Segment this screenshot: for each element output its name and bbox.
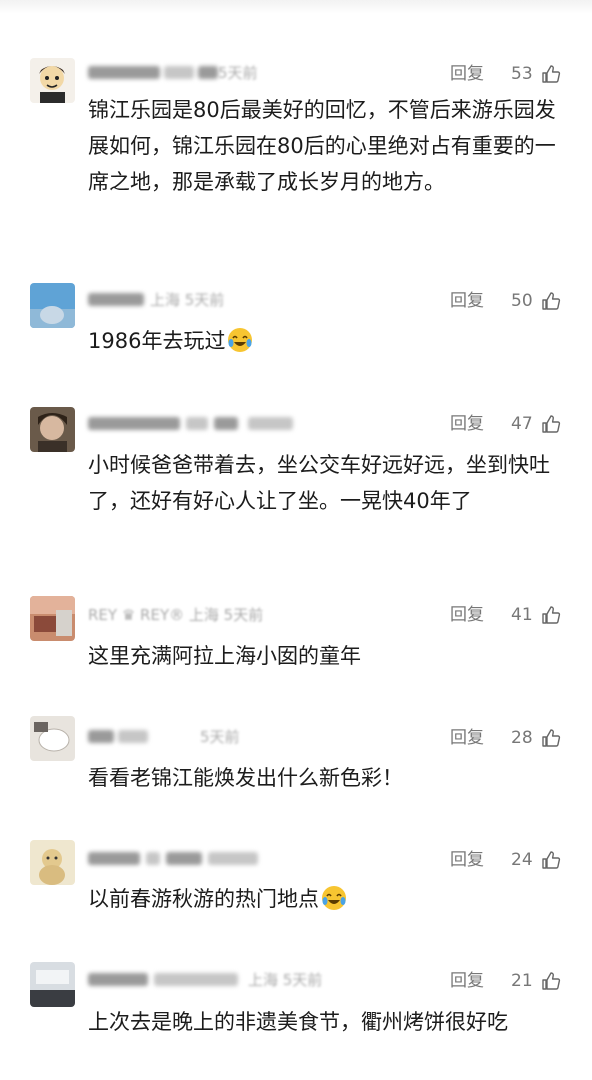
username-blurred[interactable] [88, 62, 218, 84]
avatar[interactable] [30, 58, 75, 103]
comment-text: 1986年去玩过 [88, 323, 568, 359]
reply-button[interactable]: 回复 [450, 63, 484, 85]
reply-button[interactable]: 回复 [450, 413, 484, 435]
avatar[interactable] [30, 716, 75, 761]
avatar[interactable] [30, 283, 75, 328]
username-blurred[interactable] [88, 726, 150, 748]
comment-text: 锦江乐园是80后最美好的回忆，不管后来游乐园发展如何，锦江乐园在80后的心里绝对… [88, 98, 556, 194]
like-count: 24 [511, 850, 533, 870]
comment-text: 以前春游秋游的热门地点 [88, 881, 568, 917]
comment-text: 看看老锦江能焕发出什么新色彩！ [88, 766, 403, 790]
comment-text: 小时候爸爸带着去，坐公交车好远好远，坐到快吐了，还好有好心人让了坐。一晃快40年… [88, 453, 550, 513]
thumbs-up-icon[interactable] [541, 64, 561, 84]
laughing-crying-emoji-icon [322, 886, 346, 910]
reply-button[interactable]: 回复 [450, 727, 484, 749]
thumbs-up-icon[interactable] [541, 971, 561, 991]
avatar[interactable] [30, 962, 75, 1007]
like-count: 41 [511, 605, 533, 625]
username-blurred[interactable] [88, 848, 258, 870]
like-count: 28 [511, 728, 533, 748]
comment-meta: 上海 5天前 [248, 971, 323, 989]
thumbs-up-icon[interactable] [541, 728, 561, 748]
like-count: 47 [511, 414, 533, 434]
like-count: 21 [511, 971, 533, 991]
username-blurred[interactable] [88, 413, 293, 435]
thumbs-up-icon[interactable] [541, 414, 561, 434]
avatar[interactable] [30, 407, 75, 452]
laughing-crying-emoji-icon [228, 328, 253, 352]
reply-button[interactable]: 回复 [450, 604, 484, 626]
like-count: 50 [511, 291, 533, 311]
reply-button[interactable]: 回复 [450, 290, 484, 312]
avatar[interactable] [30, 840, 75, 885]
thumbs-up-icon[interactable] [541, 605, 561, 625]
avatar[interactable] [30, 596, 75, 641]
reply-button[interactable]: 回复 [450, 849, 484, 871]
comment-meta: 5天前 [218, 64, 258, 82]
username-blurred[interactable] [88, 969, 238, 991]
comment-meta: 上海 5天前 [150, 291, 225, 309]
like-count: 53 [511, 64, 533, 84]
comment-text: 上次去是晚上的非遗美食节，衢州烤饼很好吃 [88, 1010, 508, 1034]
thumbs-up-icon[interactable] [541, 850, 561, 870]
comment-meta: REY ♛ REY® 上海 5天前 [88, 604, 263, 626]
comment-meta-value: REY ♛ REY® 上海 5天前 [88, 606, 264, 624]
comment-meta: 5天前 [200, 728, 240, 746]
reply-button[interactable]: 回复 [450, 970, 484, 992]
comment-text-value: 1986年去玩过 [88, 329, 226, 353]
comment-text-value: 以前春游秋游的热门地点 [88, 887, 319, 911]
top-edge [0, 0, 592, 14]
comment-text: 这里充满阿拉上海小囡的童年 [88, 644, 361, 668]
thumbs-up-icon[interactable] [541, 291, 561, 311]
username-blurred[interactable] [88, 289, 148, 311]
